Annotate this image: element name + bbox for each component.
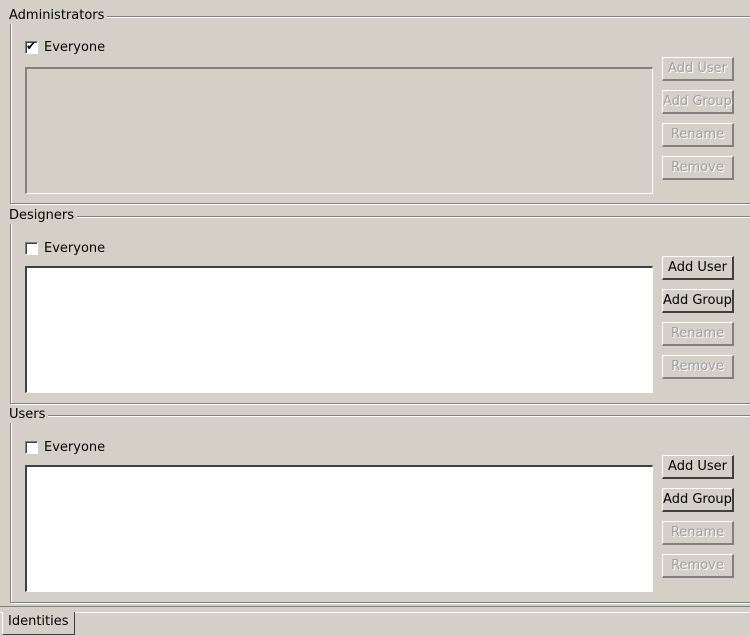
checkmark-icon: ✔ bbox=[26, 38, 37, 53]
checkbox-label: Everyone bbox=[44, 439, 106, 455]
group-title: Users bbox=[9, 407, 49, 423]
designers-group: Designers Everyone Add User Add Group Re… bbox=[9, 208, 750, 404]
identities-panel: Administrators ✔ Everyone Add User Add G… bbox=[0, 0, 750, 636]
checkbox-box[interactable] bbox=[25, 241, 38, 255]
administrators-member-list[interactable] bbox=[25, 67, 653, 194]
group-title: Administrators bbox=[9, 8, 108, 24]
tab-divider bbox=[0, 606, 750, 607]
add-user-button[interactable]: Add User bbox=[662, 256, 734, 280]
rename-button[interactable]: Rename bbox=[662, 521, 734, 545]
administrators-group: Administrators ✔ Everyone Add User Add G… bbox=[9, 8, 750, 204]
checkbox-box[interactable] bbox=[25, 440, 38, 454]
group-title: Designers bbox=[9, 208, 77, 224]
add-user-button[interactable]: Add User bbox=[662, 455, 734, 479]
panel-content: Administrators ✔ Everyone Add User Add G… bbox=[0, 0, 750, 605]
checkbox-label: Everyone bbox=[44, 39, 106, 55]
users-group: Users Everyone Add User Add Group Rename… bbox=[9, 407, 750, 603]
rename-button[interactable]: Rename bbox=[662, 123, 734, 147]
add-group-button[interactable]: Add Group bbox=[662, 488, 734, 512]
remove-button[interactable]: Remove bbox=[662, 554, 734, 578]
bottom-tab-bar: Identities bbox=[0, 612, 750, 636]
designers-everyone-checkbox[interactable]: Everyone bbox=[25, 240, 105, 256]
designers-member-list[interactable] bbox=[25, 266, 653, 393]
checkbox-label: Everyone bbox=[44, 240, 106, 256]
rename-button[interactable]: Rename bbox=[662, 322, 734, 346]
administrators-everyone-checkbox[interactable]: ✔ Everyone bbox=[25, 39, 105, 55]
checkbox-box[interactable]: ✔ bbox=[25, 38, 38, 54]
tab-identities[interactable]: Identities bbox=[2, 612, 75, 635]
users-everyone-checkbox[interactable]: Everyone bbox=[25, 439, 105, 455]
remove-button[interactable]: Remove bbox=[662, 156, 734, 180]
add-user-button[interactable]: Add User bbox=[662, 57, 734, 81]
add-group-button[interactable]: Add Group bbox=[662, 90, 734, 114]
remove-button[interactable]: Remove bbox=[662, 355, 734, 379]
add-group-button[interactable]: Add Group bbox=[662, 289, 734, 313]
users-member-list[interactable] bbox=[25, 465, 653, 592]
